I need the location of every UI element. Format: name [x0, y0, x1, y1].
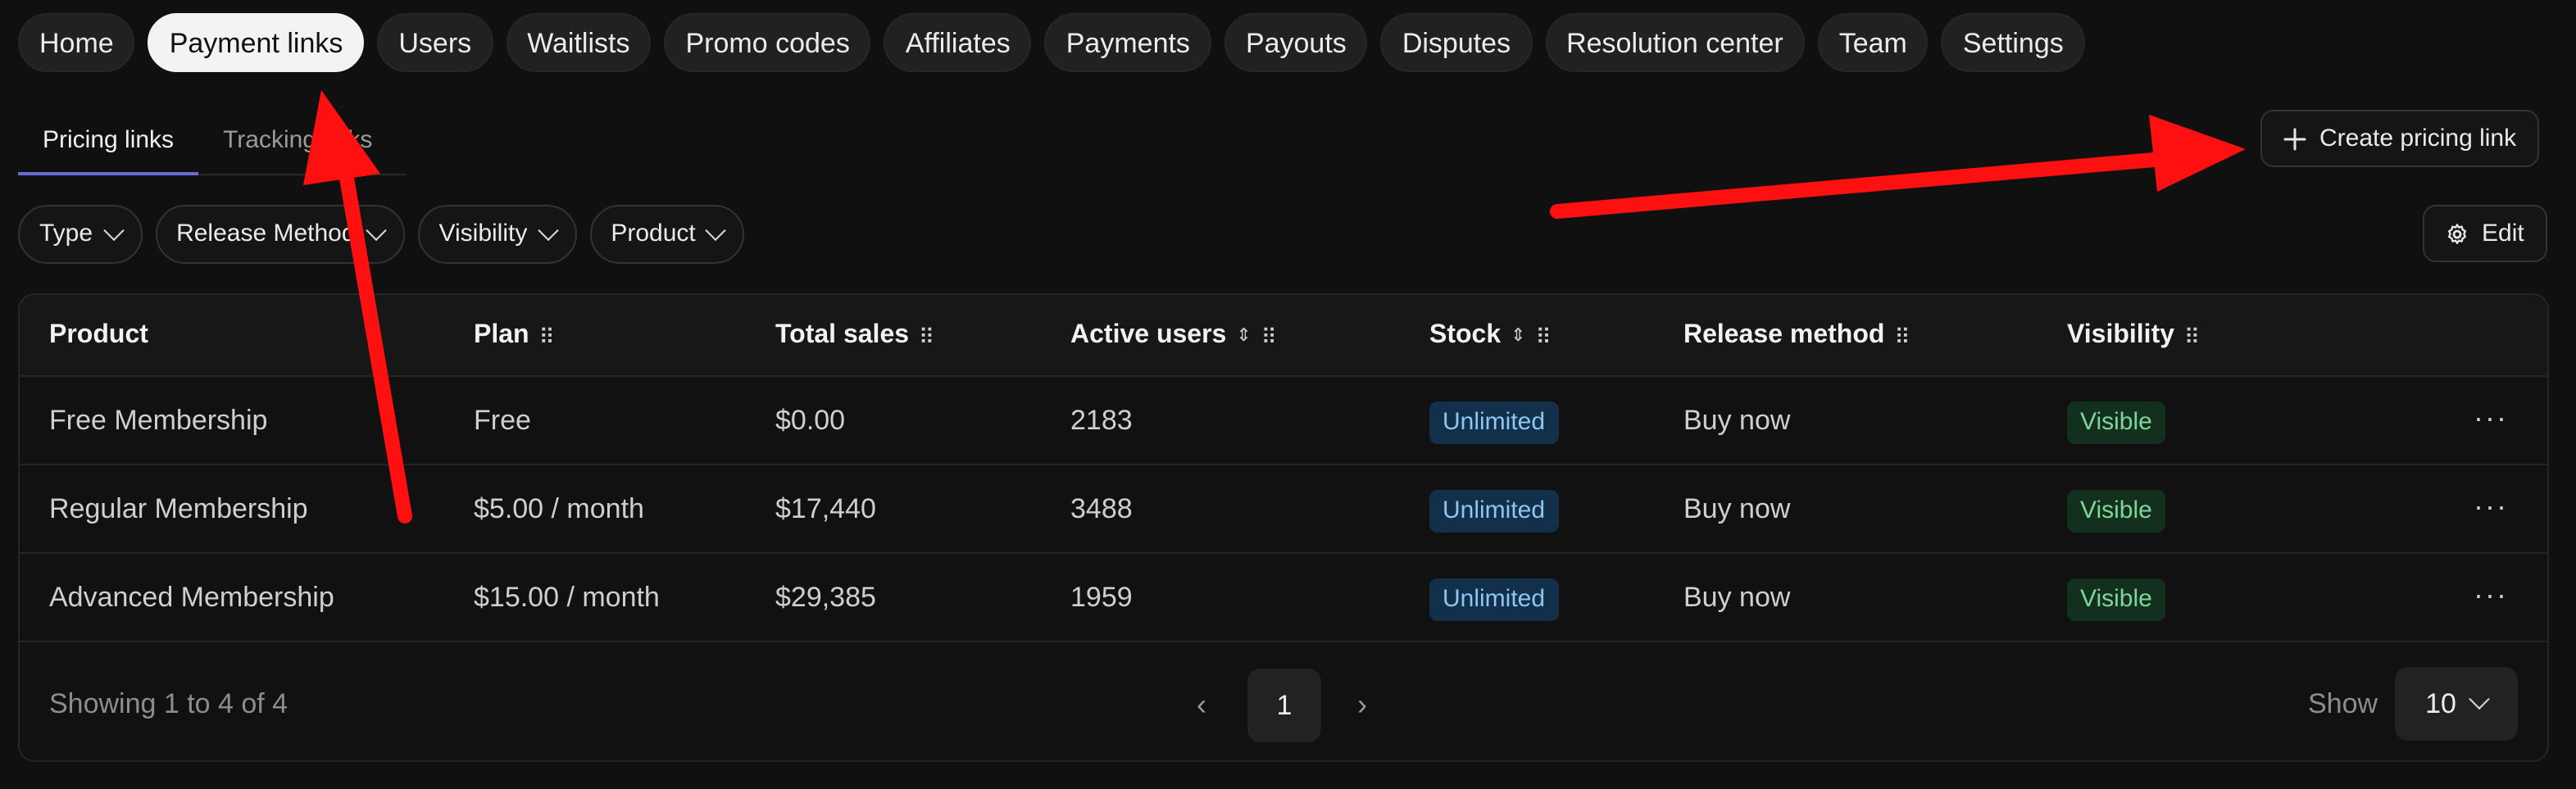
- annotation-arrow-payment-links: [303, 90, 412, 524]
- annotation-arrow-create-button: [1550, 115, 2246, 219]
- app-root: Home Payment links Users Waitlists Promo…: [0, 0, 2576, 789]
- annotation-overlay: [303, 90, 2246, 524]
